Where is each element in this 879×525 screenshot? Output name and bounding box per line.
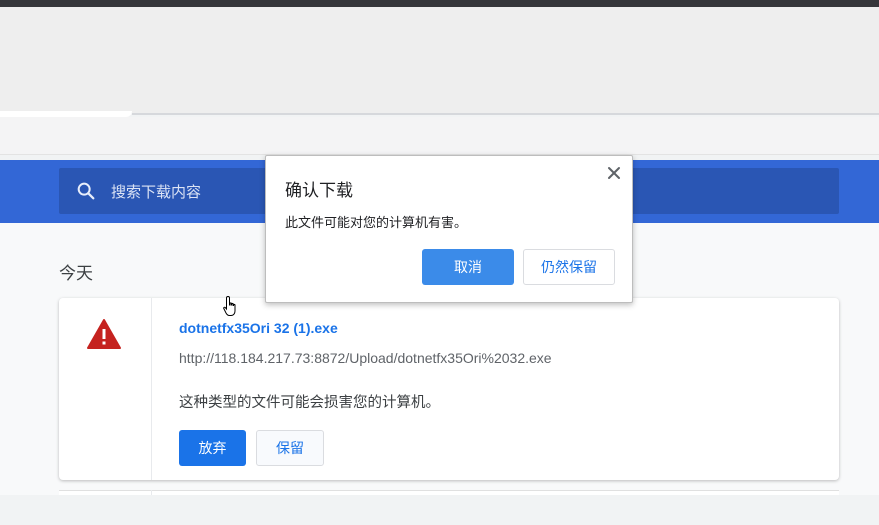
download-source-url[interactable]: http://118.184.217.73:8872/Upload/dotnet… (179, 350, 552, 366)
date-heading: 今天 (59, 264, 93, 283)
tab-strip-line (132, 113, 879, 115)
close-icon[interactable] (605, 164, 623, 182)
download-warning-text: 这种类型的文件可能会损害您的计算机。 (179, 395, 440, 411)
dialog-title: 确认下载 (285, 181, 353, 200)
search-placeholder: 搜索下载内容 (111, 184, 202, 201)
warning-icon (87, 319, 121, 349)
cancel-button[interactable]: 取消 (422, 249, 514, 285)
toolbar-band (0, 117, 879, 155)
download-item-card (59, 298, 839, 480)
download-file-name-link[interactable]: dotnetfx35Ori 32 (1).exe (179, 320, 338, 336)
search-icon[interactable] (75, 180, 97, 202)
keep-anyway-button[interactable]: 仍然保留 (523, 249, 615, 285)
keep-button[interactable]: 保留 (256, 430, 324, 466)
hand-cursor-icon (223, 295, 236, 316)
dialog-message: 此文件可能对您的计算机有害。 (285, 215, 468, 230)
discard-button[interactable]: 放弃 (179, 430, 246, 466)
browser-chrome (0, 7, 879, 113)
window-top-strip (0, 0, 879, 7)
bottom-strip (0, 495, 879, 525)
card-divider (151, 298, 152, 480)
